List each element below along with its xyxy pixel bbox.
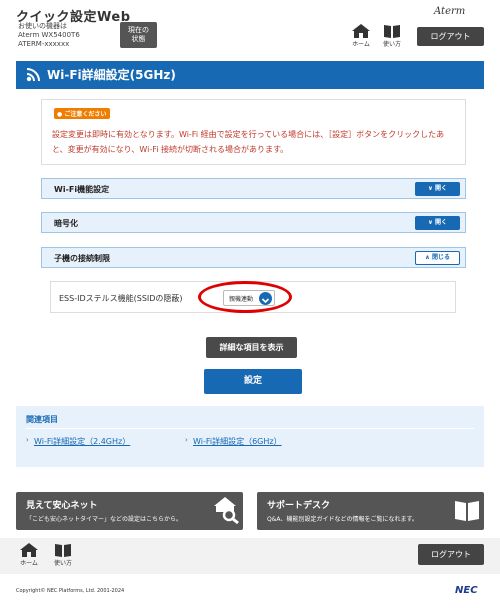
banner-title: サポートデスク bbox=[267, 501, 331, 511]
notice-text: 設定変更は即時に有効となります。Wi-Fi 経由で設定を行っている場合には、［設… bbox=[52, 130, 445, 154]
book-icon bbox=[455, 501, 479, 521]
link-wifi-24ghz[interactable]: Wi-Fi詳細設定（2.4GHz） bbox=[34, 436, 130, 447]
banner-title: 見えて安心ネット bbox=[26, 501, 98, 511]
section-title: 子機の接続制限 bbox=[54, 254, 110, 263]
book-icon bbox=[384, 25, 400, 38]
expand-button-label: 開く bbox=[434, 219, 447, 226]
section-title: Wi-Fi機能設定 bbox=[54, 185, 110, 194]
logout-button[interactable]: ログアウト bbox=[417, 27, 484, 46]
expand-button[interactable]: ∨ 開く bbox=[415, 216, 460, 230]
link-wifi-6ghz[interactable]: Wi-Fi詳細設定（6GHz） bbox=[193, 436, 282, 447]
home-icon bbox=[352, 24, 370, 38]
manual-button[interactable]: 使い方 bbox=[50, 543, 76, 567]
banner-subtitle: Q&A、機能別設定ガイドなどの情報をご覧になれます。 bbox=[267, 516, 418, 523]
notice-box: ● ご注意ください 設定変更は即時に有効となります。Wi-Fi 経由で設定を行っ… bbox=[41, 99, 466, 165]
banner-mieteanshin[interactable]: 見えて安心ネット 「こども安心ネットタイマー」などの設定はこちらから。 bbox=[16, 492, 243, 530]
home-label: ホーム bbox=[352, 41, 370, 48]
stealth-label: ESS-IDステルス機能(SSIDの隠蔽) bbox=[59, 294, 183, 303]
device-model: Aterm WX5400T6 bbox=[18, 31, 80, 39]
section-client-restriction[interactable]: 子機の接続制限 ∧ 閉じる bbox=[41, 247, 466, 268]
chevron-down-icon: ∨ bbox=[428, 219, 435, 226]
home-label: ホーム bbox=[20, 560, 38, 567]
arrow-right-icon: › bbox=[26, 436, 29, 444]
header: クイック設定Web お使いの機器は Aterm WX5400T6 ATERM-x… bbox=[0, 0, 500, 58]
device-label: お使いの機器は bbox=[18, 22, 67, 30]
status-button-line1: 現在の bbox=[128, 26, 149, 34]
manual-label: 使い方 bbox=[382, 41, 401, 48]
footer-nav: ホーム 使い方 ログアウト bbox=[0, 538, 500, 574]
notice-badge-label: ご注意ください bbox=[64, 111, 107, 118]
related-links: 関連項目 › Wi-Fi詳細設定（2.4GHz） › Wi-Fi詳細設定（6GH… bbox=[16, 406, 484, 467]
collapse-button-label: 閉じる bbox=[431, 254, 450, 261]
home-button[interactable]: ホーム bbox=[16, 543, 42, 567]
current-status-button[interactable]: 現在の 状態 bbox=[120, 22, 157, 48]
page-title-text: Wi-Fi詳細設定(5GHz) bbox=[47, 68, 176, 82]
notice-badge: ● ご注意ください bbox=[54, 108, 111, 119]
nec-logo: NEC bbox=[455, 585, 478, 596]
section-title: 暗号化 bbox=[54, 219, 78, 228]
collapse-button[interactable]: ∧ 閉じる bbox=[415, 251, 460, 265]
section-wifi-function[interactable]: Wi-Fi機能設定 ∨ 開く bbox=[41, 178, 466, 199]
home-button[interactable]: ホーム bbox=[348, 24, 374, 48]
chevron-down-icon: ∨ bbox=[428, 185, 435, 192]
manual-label: 使い方 bbox=[53, 560, 72, 567]
banner-subtitle: 「こども安心ネットタイマー」などの設定はこちらから。 bbox=[26, 516, 183, 523]
logout-button[interactable]: ログアウト bbox=[418, 544, 484, 565]
home-search-icon bbox=[214, 497, 239, 524]
home-icon bbox=[20, 543, 38, 557]
page-title: Wi-Fi詳細設定(5GHz) bbox=[16, 61, 484, 89]
highlight-circle bbox=[198, 281, 292, 313]
device-id: ATERM-xxxxxx bbox=[18, 40, 70, 48]
book-icon bbox=[55, 544, 71, 557]
brand-logo: Aterm bbox=[434, 6, 466, 17]
apply-button[interactable]: 設定 bbox=[204, 369, 302, 394]
arrow-right-icon: › bbox=[185, 436, 188, 444]
chevron-up-icon: ∧ bbox=[425, 254, 432, 261]
wifi-icon bbox=[26, 68, 40, 82]
expand-button[interactable]: ∨ 開く bbox=[415, 182, 460, 196]
expand-button-label: 開く bbox=[434, 185, 447, 192]
divider bbox=[26, 428, 474, 429]
copyright: Copyright© NEC Platforms, Ltd. 2001-2024 bbox=[16, 588, 125, 594]
banner-support-desk[interactable]: サポートデスク Q&A、機能別設定ガイドなどの情報をご覧になれます。 bbox=[257, 492, 484, 530]
section-encryption[interactable]: 暗号化 ∨ 開く bbox=[41, 212, 466, 233]
manual-button[interactable]: 使い方 bbox=[379, 24, 405, 48]
related-title: 関連項目 bbox=[26, 415, 58, 424]
status-button-line2: 状態 bbox=[131, 35, 146, 43]
show-detail-button[interactable]: 詳細な項目を表示 bbox=[206, 337, 297, 358]
